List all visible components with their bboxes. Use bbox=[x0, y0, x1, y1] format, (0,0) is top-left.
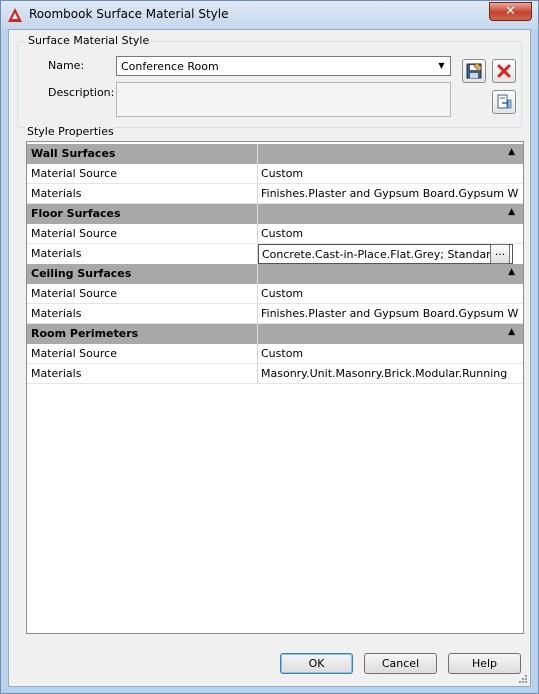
property-value[interactable]: Custom bbox=[261, 227, 519, 240]
save-style-button[interactable] bbox=[462, 59, 486, 83]
column-divider bbox=[257, 224, 258, 244]
section-title: Room Perimeters bbox=[31, 327, 139, 340]
materials-edit-field[interactable]: Concrete.Cast-in-Place.Flat.Grey; Standa… bbox=[258, 244, 513, 264]
property-name: Material Source bbox=[31, 287, 117, 300]
property-row-materials[interactable]: Materials Finishes.Plaster and Gypsum Bo… bbox=[27, 304, 523, 324]
section-header-floor-surfaces[interactable]: Floor Surfaces ▲ bbox=[27, 204, 523, 224]
autocad-logo-icon bbox=[8, 8, 22, 22]
section-title: Ceiling Surfaces bbox=[31, 267, 132, 280]
collapse-icon[interactable]: ▲ bbox=[508, 207, 515, 217]
cancel-button[interactable]: Cancel bbox=[364, 653, 437, 674]
chevron-down-icon[interactable]: ▼ bbox=[433, 57, 450, 75]
collapse-icon[interactable]: ▲ bbox=[508, 267, 515, 277]
property-row-material-source[interactable]: Material Source Custom bbox=[27, 344, 523, 364]
section-header-wall-surfaces[interactable]: Wall Surfaces ▲ bbox=[27, 144, 523, 164]
column-divider bbox=[257, 284, 258, 304]
property-name: Material Source bbox=[31, 347, 117, 360]
section-title: Wall Surfaces bbox=[31, 147, 116, 160]
property-value[interactable]: Finishes.Plaster and Gypsum Board.Gypsum… bbox=[261, 187, 519, 200]
property-name: Materials bbox=[31, 307, 82, 320]
property-name: Material Source bbox=[31, 167, 117, 180]
section-title: Floor Surfaces bbox=[31, 207, 121, 220]
name-combobox[interactable]: Conference Room ▼ bbox=[116, 56, 451, 76]
column-divider bbox=[257, 204, 258, 224]
row-divider bbox=[27, 383, 523, 384]
property-name: Materials bbox=[31, 187, 82, 200]
property-row-material-source[interactable]: Material Source Custom bbox=[27, 164, 523, 184]
name-combobox-value: Conference Room bbox=[121, 60, 219, 73]
property-value[interactable]: Custom bbox=[261, 287, 519, 300]
column-divider bbox=[257, 304, 258, 324]
window-title: Roombook Surface Material Style bbox=[29, 7, 229, 21]
property-row-materials[interactable]: Materials Concrete.Cast-in-Place.Flat.Gr… bbox=[27, 244, 523, 264]
description-label: Description: bbox=[48, 86, 115, 99]
description-field[interactable] bbox=[116, 82, 451, 117]
property-row-material-source[interactable]: Material Source Custom bbox=[27, 224, 523, 244]
column-divider bbox=[257, 344, 258, 364]
title-bar[interactable]: Roombook Surface Material Style ✕ bbox=[1, 1, 538, 29]
browse-materials-button[interactable]: ... bbox=[490, 244, 510, 264]
property-name: Materials bbox=[31, 247, 82, 260]
delete-style-icon bbox=[497, 64, 511, 78]
import-style-button[interactable] bbox=[492, 90, 516, 114]
surface-material-style-group: Surface Material Style Name: Conference … bbox=[17, 34, 522, 128]
close-window-button[interactable]: ✕ bbox=[489, 2, 532, 21]
dialog-body: Surface Material Style Name: Conference … bbox=[8, 29, 531, 687]
column-divider bbox=[257, 144, 258, 164]
property-row-material-source[interactable]: Material Source Custom bbox=[27, 284, 523, 304]
dialog-window: Roombook Surface Material Style ✕ Surfac… bbox=[0, 0, 539, 694]
resize-grip-icon[interactable] bbox=[518, 674, 528, 684]
column-divider bbox=[257, 164, 258, 184]
delete-style-button[interactable] bbox=[492, 59, 516, 83]
surface-material-style-label: Surface Material Style bbox=[26, 34, 152, 47]
section-header-room-perimeters[interactable]: Room Perimeters ▲ bbox=[27, 324, 523, 344]
property-row-materials[interactable]: Materials Finishes.Plaster and Gypsum Bo… bbox=[27, 184, 523, 204]
section-header-ceiling-surfaces[interactable]: Ceiling Surfaces ▲ bbox=[27, 264, 523, 284]
ok-button[interactable]: OK bbox=[280, 653, 353, 674]
property-value[interactable]: Masonry.Unit.Masonry.Brick.Modular.Runni… bbox=[261, 367, 519, 380]
column-divider bbox=[257, 184, 258, 204]
style-properties-label: Style Properties bbox=[25, 125, 116, 138]
property-value[interactable]: Custom bbox=[261, 347, 519, 360]
name-label: Name: bbox=[48, 59, 85, 72]
column-divider bbox=[257, 264, 258, 284]
help-button[interactable]: Help bbox=[448, 653, 521, 674]
column-divider bbox=[257, 364, 258, 384]
save-style-icon bbox=[466, 63, 482, 79]
import-style-icon bbox=[497, 94, 512, 109]
column-divider bbox=[257, 324, 258, 344]
property-name: Materials bbox=[31, 367, 82, 380]
property-grid[interactable]: Wall Surfaces ▲ Material Source Custom M… bbox=[26, 141, 524, 634]
property-row-materials[interactable]: Materials Masonry.Unit.Masonry.Brick.Mod… bbox=[27, 364, 523, 384]
property-name: Material Source bbox=[31, 227, 117, 240]
materials-edit-value[interactable]: Concrete.Cast-in-Place.Flat.Grey; Standa… bbox=[262, 248, 498, 261]
property-value[interactable]: Finishes.Plaster and Gypsum Board.Gypsum… bbox=[261, 307, 519, 320]
collapse-icon[interactable]: ▲ bbox=[508, 147, 515, 157]
property-value[interactable]: Custom bbox=[261, 167, 519, 180]
collapse-icon[interactable]: ▲ bbox=[508, 327, 515, 337]
